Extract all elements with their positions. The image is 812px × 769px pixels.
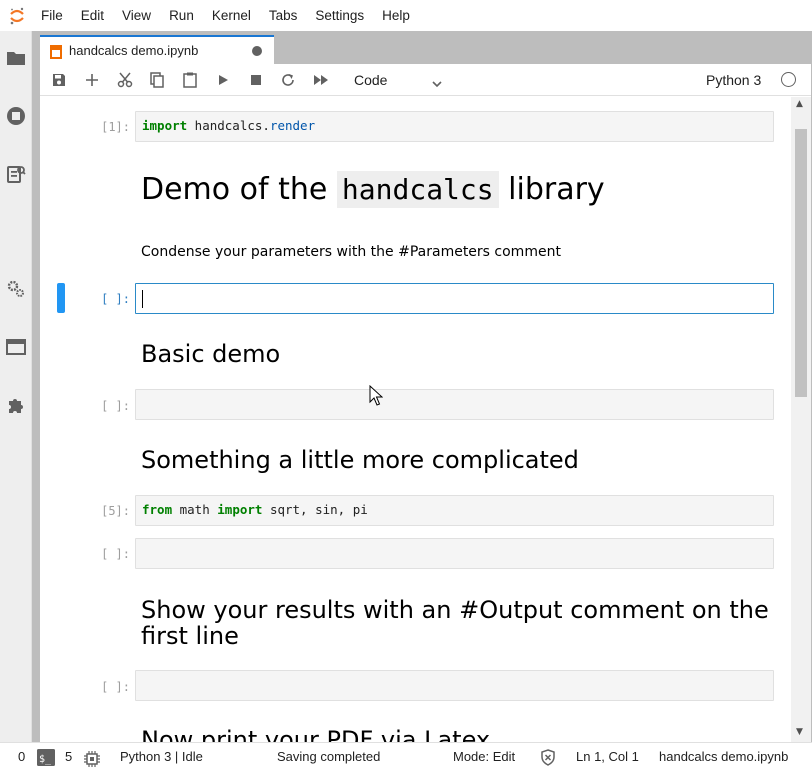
save-icon[interactable] — [48, 69, 70, 91]
property-inspector-icon[interactable] — [5, 278, 27, 300]
code-cell-editing[interactable] — [135, 283, 774, 314]
trust-shield-icon[interactable] — [540, 748, 556, 766]
menu-edit[interactable]: Edit — [72, 0, 113, 31]
menu-bar: File Edit View Run Kernel Tabs Settings … — [0, 0, 812, 31]
cell-prompt: [1]: — [101, 120, 130, 134]
extension-icon[interactable] — [5, 394, 27, 416]
markdown-heading: Show your results with an #Output commen… — [141, 596, 769, 650]
add-cell-icon[interactable] — [81, 69, 103, 91]
cursor-position[interactable]: Ln 1, Col 1 — [576, 743, 639, 769]
mode-indicator[interactable]: Mode: Edit — [453, 743, 515, 769]
cut-icon[interactable] — [114, 69, 136, 91]
code-cell[interactable] — [135, 389, 774, 420]
notebook-file-icon — [50, 44, 62, 59]
cell-type-value: Code — [354, 72, 388, 88]
terminal-count[interactable]: 0 — [18, 743, 25, 769]
commands-icon[interactable] — [5, 163, 27, 185]
copy-icon[interactable] — [146, 69, 168, 91]
markdown-paragraph: Condense your parameters with the #Param… — [141, 244, 561, 260]
notebook-tab[interactable]: handcalcs demo.ipynb — [40, 35, 274, 64]
run-icon[interactable] — [212, 69, 234, 91]
scroll-down-icon[interactable]: ▼ — [796, 727, 803, 737]
vertical-scrollbar[interactable]: ▲ ▼ — [791, 97, 811, 742]
folder-icon[interactable] — [5, 47, 27, 69]
unsaved-indicator-icon[interactable] — [252, 46, 262, 56]
code-content: from math import sqrt, sin, pi — [142, 502, 368, 517]
markdown-heading: Demo of the handcalcs library — [141, 171, 605, 208]
tab-label: handcalcs demo.ipynb — [69, 43, 199, 58]
cell-prompt: [ ]: — [101, 292, 130, 306]
code-content: import handcalcs.render — [142, 118, 316, 133]
stop-icon[interactable] — [245, 69, 267, 91]
fast-forward-icon[interactable] — [310, 69, 332, 91]
kernel-name[interactable]: Python 3 — [706, 69, 761, 91]
text-caret — [142, 290, 143, 308]
restart-icon[interactable] — [277, 69, 299, 91]
paste-icon[interactable] — [179, 69, 201, 91]
save-status: Saving completed — [277, 749, 381, 764]
chevron-down-icon — [431, 74, 443, 96]
cell-prompt: [ ]: — [101, 680, 130, 694]
kernel-idle-icon — [781, 72, 796, 87]
menu-view[interactable]: View — [113, 0, 160, 31]
menu-help[interactable]: Help — [373, 0, 419, 31]
kernel-status[interactable]: Python 3 | Idle — [120, 743, 203, 769]
notebook-cells: [1]: import handcalcs.render Demo of the… — [40, 97, 791, 742]
menu-run[interactable]: Run — [160, 0, 203, 31]
cell-type-select[interactable]: Code — [345, 69, 445, 91]
markdown-heading: Basic demo — [141, 340, 281, 368]
terminal-icon[interactable]: $_ — [37, 748, 55, 766]
menu-settings[interactable]: Settings — [306, 0, 373, 31]
notebook-panel: Code Python 3 [1]: import handcalcs.rend… — [40, 64, 811, 742]
mouse-pointer-icon — [369, 384, 384, 411]
kernel-count[interactable]: 5 — [65, 743, 72, 769]
cell-prompt: [ ]: — [101, 399, 130, 413]
menu-file[interactable]: File — [34, 0, 72, 31]
markdown-heading: Now print your PDF via Latex — [141, 726, 491, 742]
code-cell[interactable]: import handcalcs.render — [135, 111, 774, 142]
code-cell[interactable] — [135, 670, 774, 701]
menu-tabs[interactable]: Tabs — [260, 0, 307, 31]
status-filename: handcalcs demo.ipynb — [659, 749, 789, 764]
left-sidebar — [0, 31, 32, 742]
kernel-chip-icon[interactable] — [84, 749, 100, 767]
svg-text:$_: $_ — [39, 754, 52, 765]
cell-prompt: [5]: — [101, 504, 130, 518]
markdown-heading: Something a little more complicated — [141, 446, 579, 474]
status-bar: 0 $_ 5 Python 3 | Idle Saving completed … — [0, 742, 812, 769]
cell-prompt: [ ]: — [101, 547, 130, 561]
scrollbar-thumb[interactable] — [795, 129, 807, 397]
code-cell[interactable] — [135, 538, 774, 569]
scroll-up-icon[interactable]: ▲ — [796, 99, 803, 109]
jupyter-logo-icon[interactable] — [0, 0, 34, 31]
running-icon[interactable] — [5, 105, 27, 127]
menu-kernel[interactable]: Kernel — [203, 0, 260, 31]
tabs-icon[interactable] — [5, 336, 27, 358]
code-cell[interactable]: from math import sqrt, sin, pi — [135, 495, 774, 526]
active-cell-indicator — [57, 283, 65, 313]
notebook-toolbar: Code Python 3 — [40, 64, 811, 96]
